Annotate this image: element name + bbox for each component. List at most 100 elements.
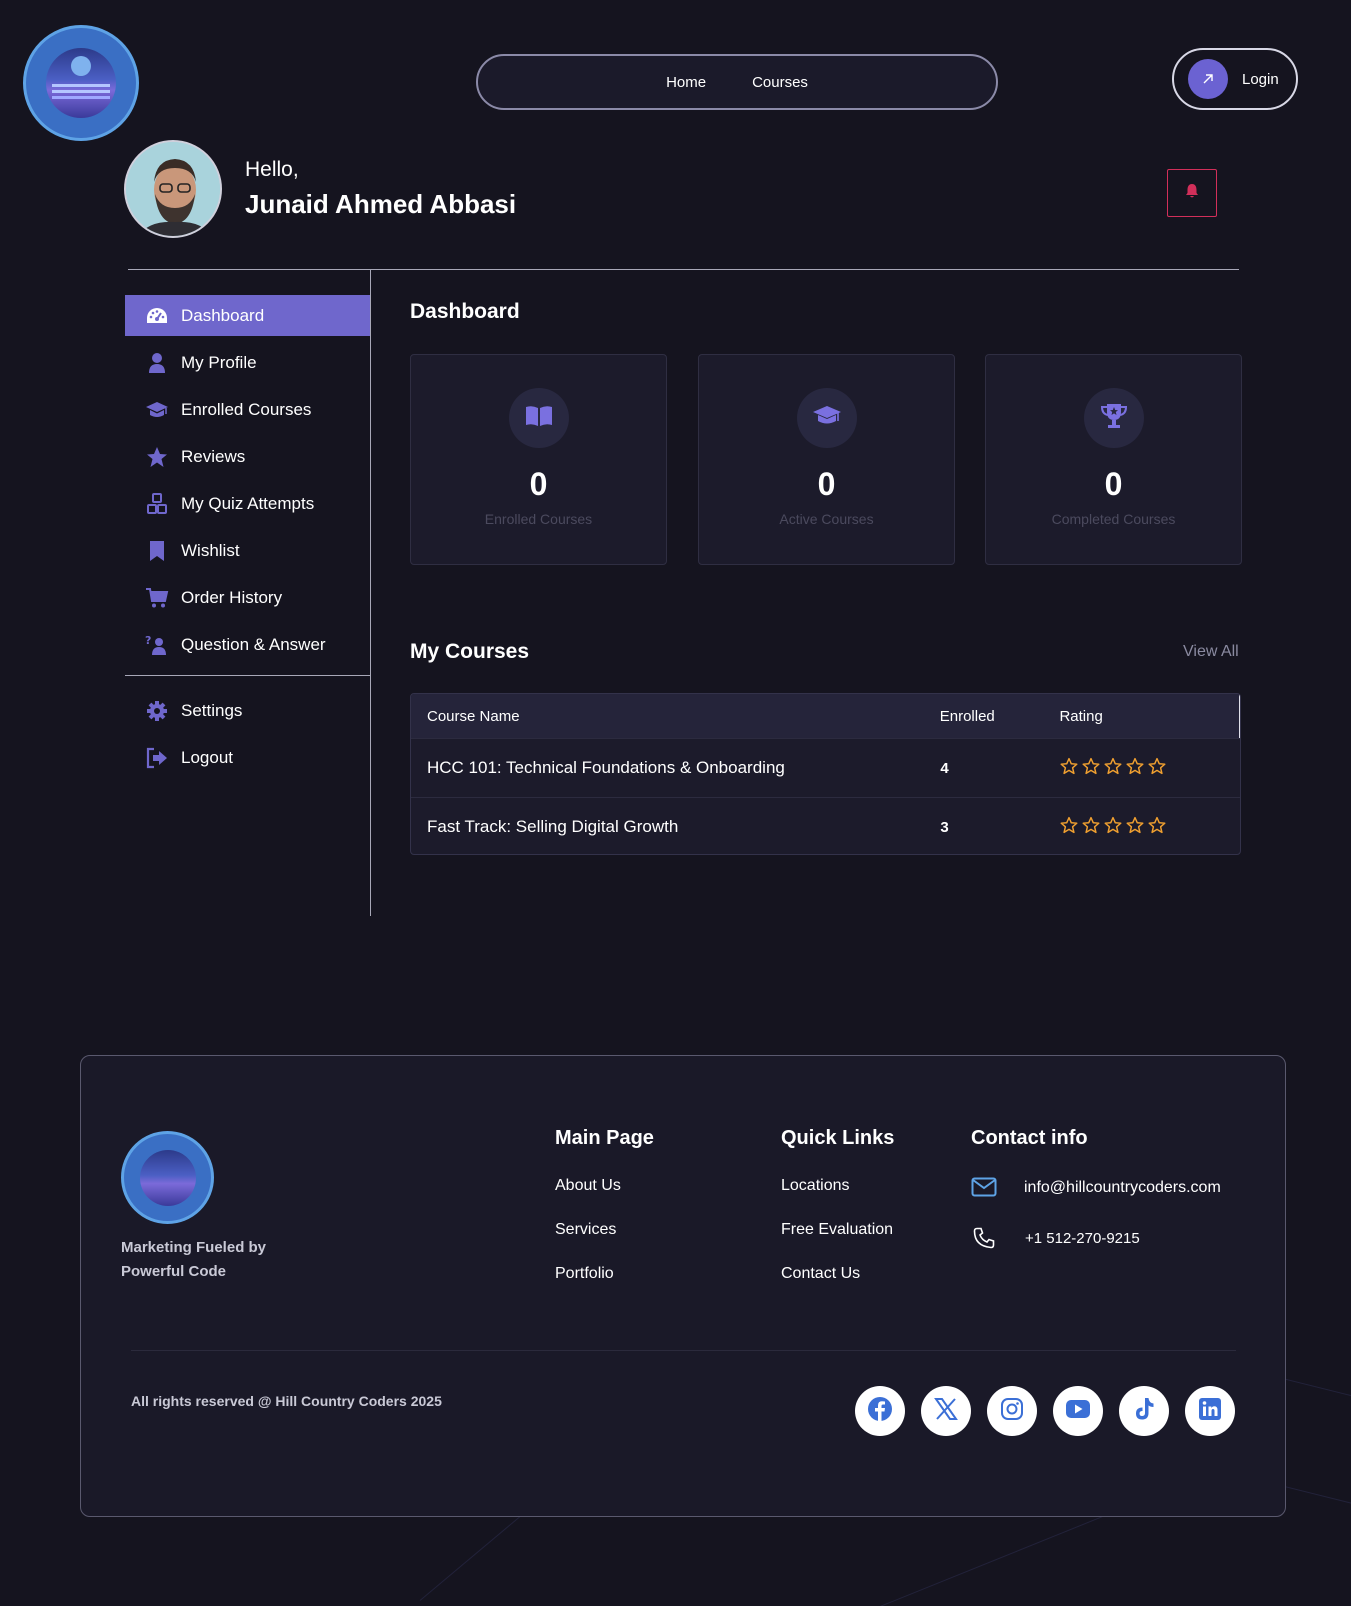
footer-link-about-us[interactable]: About Us xyxy=(555,1177,621,1195)
bookmark-icon xyxy=(145,539,169,563)
youtube-link[interactable] xyxy=(1053,1386,1103,1436)
star-icon xyxy=(1082,757,1100,780)
linkedin-link[interactable] xyxy=(1185,1386,1235,1436)
sidebar-item-label: My Quiz Attempts xyxy=(181,493,315,513)
login-button[interactable]: Login xyxy=(1172,48,1298,110)
footer-link-locations[interactable]: Locations xyxy=(781,1177,850,1195)
course-name[interactable]: Fast Track: Selling Digital Growth xyxy=(411,817,940,837)
sidebar-item-enrolled-courses[interactable]: Enrolled Courses xyxy=(125,389,370,430)
view-all-link[interactable]: View All xyxy=(1183,643,1239,661)
user-icon xyxy=(145,351,169,375)
copyright-text: All rights reserved @ Hill Country Coder… xyxy=(131,1393,442,1409)
sidebar-item-settings[interactable]: Settings xyxy=(125,690,370,731)
sidebar-item-dashboard[interactable]: Dashboard xyxy=(125,295,370,336)
star-icon xyxy=(1126,757,1144,780)
graduation-cap-icon xyxy=(145,398,169,422)
footer-link-services[interactable]: Services xyxy=(555,1221,616,1239)
svg-text:?: ? xyxy=(145,634,151,647)
sidebar-item-label: Dashboard xyxy=(181,305,265,325)
stat-card-enrolled: 0 Enrolled Courses xyxy=(410,354,667,565)
sidebar-item-label: Order History xyxy=(181,587,283,607)
sidebar-item-logout[interactable]: Logout xyxy=(125,737,370,778)
star-icon xyxy=(1104,757,1122,780)
column-header: Rating xyxy=(1059,707,1103,725)
gear-icon xyxy=(145,699,169,723)
cubes-icon xyxy=(145,492,169,516)
star-icon xyxy=(145,445,169,469)
greeting-text: Hello, xyxy=(245,158,299,181)
stat-value: 0 xyxy=(529,466,548,502)
sidebar-item-label: Settings xyxy=(181,700,243,720)
question-person-icon: ? xyxy=(145,633,169,657)
arrow-up-right-icon xyxy=(1188,59,1228,99)
star-icon xyxy=(1060,816,1078,839)
sidebar-item-label: Wishlist xyxy=(181,540,240,560)
footer-divider xyxy=(131,1350,1236,1351)
tiktok-icon xyxy=(1133,1397,1155,1426)
contact-email-link[interactable]: info@hillcountrycoders.com xyxy=(1024,1179,1221,1197)
dashboard-icon xyxy=(145,304,169,328)
footer-contact-title: Contact info xyxy=(971,1127,1088,1149)
main-nav: Home Courses xyxy=(476,54,998,110)
facebook-icon xyxy=(867,1396,893,1427)
notification-button[interactable] xyxy=(1167,169,1217,217)
stat-label: Enrolled Courses xyxy=(484,511,593,527)
bg-decor-line xyxy=(879,1516,1103,1606)
sidebar-divider xyxy=(370,270,371,916)
star-icon xyxy=(1082,816,1100,839)
facebook-link[interactable] xyxy=(855,1386,905,1436)
header-divider xyxy=(128,269,1239,270)
footer-link-free-evaluation[interactable]: Free Evaluation xyxy=(781,1221,893,1239)
stat-value: 0 xyxy=(1104,466,1123,502)
column-header: Enrolled xyxy=(939,707,995,725)
table-row[interactable]: Fast Track: Selling Digital Growth 3 xyxy=(411,797,1240,854)
sidebar-item-my-profile[interactable]: My Profile xyxy=(125,342,370,383)
rating-stars xyxy=(1060,757,1240,780)
x-icon xyxy=(934,1397,958,1425)
instagram-icon xyxy=(1000,1397,1024,1426)
sidebar-item-label: My Profile xyxy=(181,352,257,372)
my-courses-title: My Courses xyxy=(410,640,530,663)
courses-table: Course Name Enrolled Rating HCC 101: Tec… xyxy=(410,693,1241,855)
bell-icon xyxy=(1185,183,1199,204)
star-icon xyxy=(1148,757,1166,780)
course-name[interactable]: HCC 101: Technical Foundations & Onboard… xyxy=(411,758,940,778)
rating-stars xyxy=(1060,816,1240,839)
footer-link-contact-us[interactable]: Contact Us xyxy=(781,1265,860,1283)
footer-main-page-title: Main Page xyxy=(555,1127,654,1149)
site-logo[interactable] xyxy=(23,25,139,141)
user-name: Junaid Ahmed Abbasi xyxy=(245,189,517,219)
star-icon xyxy=(1148,816,1166,839)
contact-phone-link[interactable]: +1 512-270-9215 xyxy=(1025,1230,1140,1247)
dashboard-title: Dashboard xyxy=(410,300,520,323)
sidebar-item-order-history[interactable]: Order History xyxy=(125,577,370,618)
stat-value: 0 xyxy=(817,466,836,502)
footer-tagline: Marketing Fueled by Powerful Code xyxy=(121,1239,267,1280)
nav-courses-link[interactable]: Courses xyxy=(752,74,808,91)
login-label: Login xyxy=(1242,70,1279,88)
sidebar-item-quiz-attempts[interactable]: My Quiz Attempts xyxy=(125,483,370,524)
phone-icon xyxy=(973,1227,995,1254)
footer-quick-links-title: Quick Links xyxy=(781,1127,895,1149)
graduation-cap-icon xyxy=(812,404,842,433)
sidebar-item-reviews[interactable]: Reviews xyxy=(125,436,370,477)
nav-home-link[interactable]: Home xyxy=(666,74,706,91)
sidebar-item-wishlist[interactable]: Wishlist xyxy=(125,530,370,571)
linkedin-icon xyxy=(1198,1397,1222,1426)
footer xyxy=(80,1055,1286,1517)
star-icon xyxy=(1126,816,1144,839)
instagram-link[interactable] xyxy=(987,1386,1037,1436)
x-twitter-link[interactable] xyxy=(921,1386,971,1436)
footer-link-portfolio[interactable]: Portfolio xyxy=(555,1265,614,1283)
sidebar-separator xyxy=(125,675,370,676)
sidebar-item-question-answer[interactable]: ? Question & Answer xyxy=(125,624,370,665)
footer-logo[interactable] xyxy=(121,1131,214,1224)
youtube-icon xyxy=(1065,1399,1091,1424)
table-row[interactable]: HCC 101: Technical Foundations & Onboard… xyxy=(411,738,1240,797)
sidebar-item-label: Enrolled Courses xyxy=(181,399,312,419)
tiktok-link[interactable] xyxy=(1119,1386,1169,1436)
avatar xyxy=(124,140,222,238)
stat-label: Completed Courses xyxy=(1051,511,1176,527)
logout-icon xyxy=(145,746,169,770)
enrolled-count: 4 xyxy=(940,759,949,777)
